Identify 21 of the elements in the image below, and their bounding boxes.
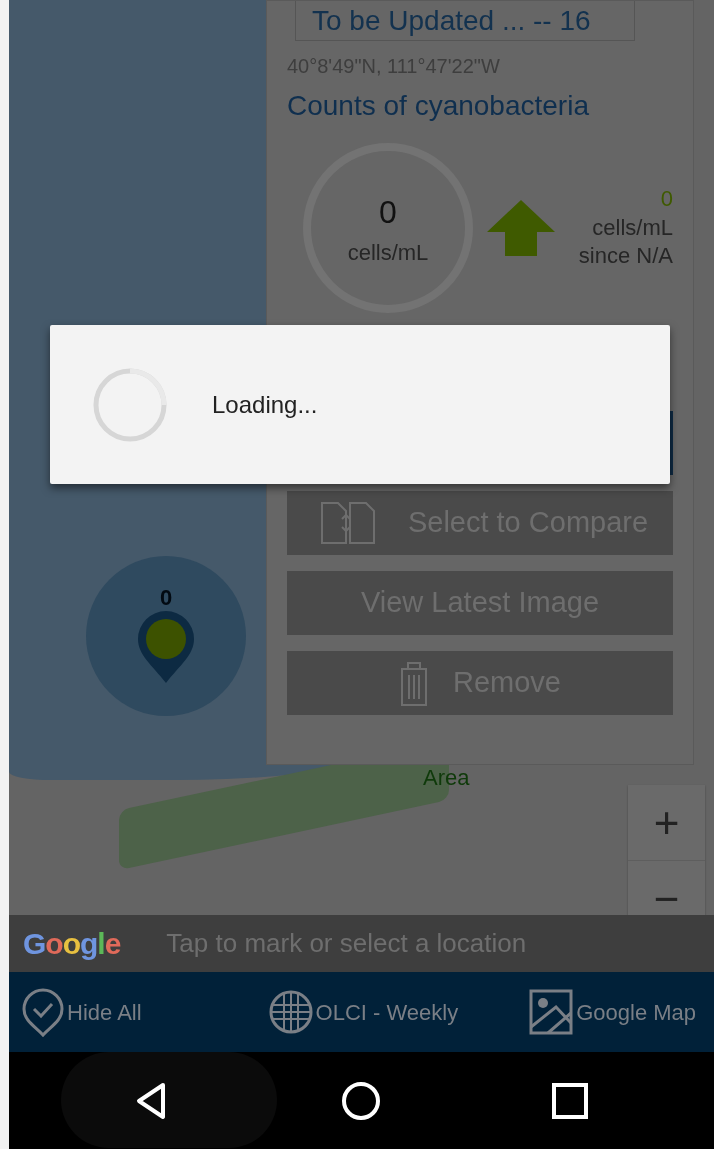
change-value: 0 — [660, 185, 673, 214]
gauge-value: 0 — [379, 192, 397, 232]
up-arrow-icon — [486, 200, 555, 256]
nav-item[interactable]: Hide All — [21, 987, 142, 1037]
trash-icon — [399, 659, 429, 707]
nav-item[interactable]: OLCI - Weekly — [267, 987, 459, 1037]
name-field[interactable]: To be Updated ... -- 16 — [295, 1, 635, 41]
change-since: since N/A — [578, 242, 673, 271]
map-label: Area — [423, 767, 470, 789]
panel-title: Counts of cyanobacteria — [287, 89, 590, 123]
map-image-icon — [528, 987, 575, 1037]
zoom-button[interactable]: + — [628, 785, 705, 861]
loading-text: Loading... — [212, 389, 318, 420]
google-logo: Google — [23, 926, 121, 962]
nav-item[interactable]: Google Map — [528, 987, 697, 1037]
gauge-unit: cells/mL — [347, 238, 429, 267]
change-unit: cells/mL — [592, 213, 673, 242]
marker-count: 0 — [159, 587, 173, 609]
zoom-button[interactable]: − — [628, 861, 705, 915]
map-pin-icon — [136, 609, 196, 685]
pin-check-icon — [21, 987, 65, 1037]
